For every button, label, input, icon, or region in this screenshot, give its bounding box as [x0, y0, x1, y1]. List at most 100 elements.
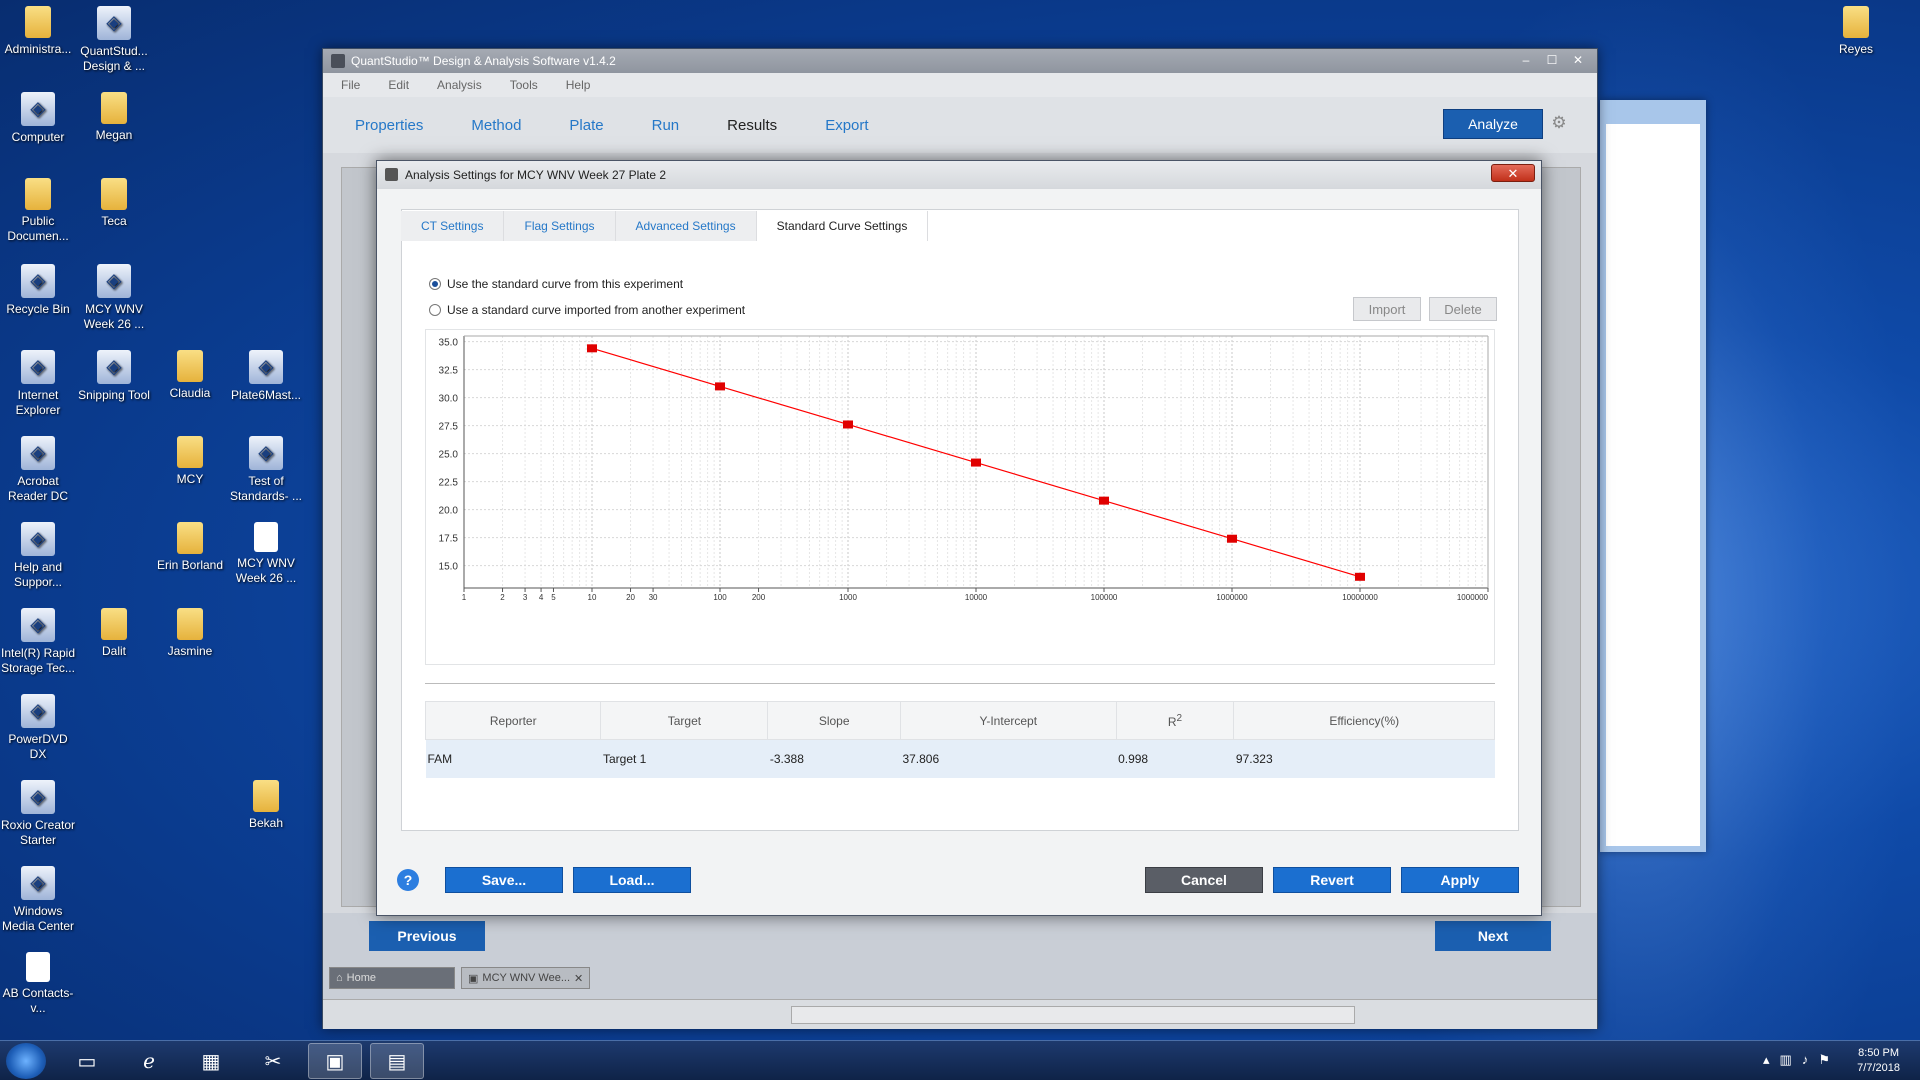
- explorer-window[interactable]: [1600, 100, 1706, 852]
- col-reporter[interactable]: Reporter: [424, 701, 602, 740]
- tab-document[interactable]: ▣ MCY WNV Wee... ✕: [461, 967, 591, 989]
- nav-plate[interactable]: Plate: [569, 117, 603, 134]
- standard-curve-table: Reporter Target Slope Y-Intercept R2 Eff…: [424, 701, 1495, 778]
- desktop-icon[interactable]: ◈ Test of Standards- ...: [228, 436, 304, 504]
- clock[interactable]: 8:50 PM 7/7/2018: [1857, 1046, 1900, 1076]
- desktop-icon[interactable]: ◈ Windows Media Center: [0, 866, 76, 934]
- desktop-icon[interactable]: ◈ Intel(R) Rapid Storage Tec...: [0, 608, 76, 676]
- desktop-icon[interactable]: ◈ Computer: [0, 92, 76, 145]
- nav-method[interactable]: Method: [471, 117, 521, 134]
- tab-home[interactable]: ⌂ Home: [329, 967, 455, 989]
- tray-arrow-icon[interactable]: ▴: [1763, 1052, 1770, 1068]
- calculator-icon[interactable]: ▦: [184, 1043, 238, 1079]
- col-target[interactable]: Target: [600, 701, 769, 740]
- internet-explorer-icon[interactable]: ℯ: [122, 1043, 176, 1079]
- delete-button[interactable]: Delete: [1429, 297, 1497, 321]
- tab-standard-curve-settings[interactable]: Standard Curve Settings: [756, 211, 929, 241]
- desktop-icon[interactable]: Administra...: [0, 6, 76, 57]
- revert-button[interactable]: Revert: [1273, 867, 1391, 893]
- close-icon[interactable]: ✕: [1567, 52, 1589, 68]
- desktop-icon[interactable]: ◈ Acrobat Reader DC: [0, 436, 76, 504]
- show-desktop-icon[interactable]: ▭: [60, 1043, 114, 1079]
- y-tick-label: 25.0: [439, 450, 459, 461]
- col-efficiency[interactable]: Efficiency(%): [1233, 701, 1495, 740]
- close-tab-icon[interactable]: ✕: [574, 972, 583, 985]
- quantstudio-taskbar-icon[interactable]: ▣: [308, 1043, 362, 1079]
- tab-flag-settings[interactable]: Flag Settings: [504, 211, 616, 241]
- col-r-squared[interactable]: R2: [1115, 701, 1235, 740]
- desktop-icon[interactable]: ◈ Help and Suppor...: [0, 522, 76, 590]
- nav-properties[interactable]: Properties: [355, 117, 423, 134]
- x-tick-label: 5: [551, 593, 556, 602]
- radio-row-this[interactable]: Use the standard curve from this experim…: [429, 277, 683, 291]
- desktop-icon-label: Roxio Creator Starter: [0, 818, 76, 847]
- desktop-icon[interactable]: Public Documen...: [0, 178, 76, 244]
- dialog-close-icon[interactable]: ✕: [1491, 164, 1535, 182]
- tab-advanced-settings[interactable]: Advanced Settings: [615, 211, 757, 241]
- cancel-button[interactable]: Cancel: [1145, 867, 1263, 893]
- help-icon[interactable]: ?: [397, 869, 419, 891]
- table-row[interactable]: FAM Target 1 -3.388 37.806 0.998 97.323: [425, 739, 1495, 778]
- x-tick-label: 200: [752, 593, 766, 602]
- menu-file[interactable]: File: [341, 78, 360, 92]
- desktop-icon[interactable]: Jasmine: [152, 608, 228, 659]
- menu-analysis[interactable]: Analysis: [437, 78, 482, 92]
- tray-network-icon[interactable]: ▥: [1780, 1052, 1792, 1068]
- desktop-icon-label: Erin Borland: [156, 558, 224, 572]
- col-slope[interactable]: Slope: [767, 701, 901, 740]
- cell-r-squared: 0.998: [1116, 739, 1234, 778]
- nav-run[interactable]: Run: [652, 117, 680, 134]
- save-button[interactable]: Save...: [445, 867, 563, 893]
- radio-imported-curve[interactable]: [429, 304, 441, 316]
- system-tray: ▴ ▥ ♪ ⚑: [1763, 1052, 1830, 1068]
- desktop-icon[interactable]: ◈ Snipping Tool: [76, 350, 152, 403]
- desktop-icon[interactable]: ◈ Recycle Bin: [0, 264, 76, 317]
- desktop-icon[interactable]: Erin Borland: [152, 522, 228, 573]
- explorer-taskbar-icon[interactable]: ▤: [370, 1043, 424, 1079]
- data-point: [1355, 572, 1365, 581]
- nav-export[interactable]: Export: [825, 117, 868, 134]
- desktop-icon[interactable]: Bekah: [228, 780, 304, 831]
- desktop-icon-label: Windows Media Center: [1, 904, 75, 933]
- desktop-icon[interactable]: ◈ MCY WNV Week 26 ...: [76, 264, 152, 332]
- import-button[interactable]: Import: [1353, 297, 1421, 321]
- folder-icon: [101, 178, 127, 210]
- desktop-icon[interactable]: Claudia: [152, 350, 228, 401]
- menu-tools[interactable]: Tools: [510, 78, 538, 92]
- next-button[interactable]: Next: [1435, 921, 1551, 951]
- desktop-icon[interactable]: ◈ Internet Explorer: [0, 350, 76, 418]
- menu-edit[interactable]: Edit: [388, 78, 409, 92]
- desktop-icon[interactable]: Reyes: [1818, 6, 1894, 57]
- tray-flag-icon[interactable]: ⚑: [1818, 1052, 1830, 1068]
- snipping-tool-icon[interactable]: ✂: [246, 1043, 300, 1079]
- desktop-icon[interactable]: ◈ PowerDVD DX: [0, 694, 76, 762]
- radio-row-import[interactable]: Use a standard curve imported from anoth…: [429, 303, 745, 317]
- gear-icon[interactable]: ⚙: [1549, 113, 1569, 133]
- desktop-icon[interactable]: MCY WNV Week 26 ...: [228, 522, 304, 586]
- apply-button[interactable]: Apply: [1401, 867, 1519, 893]
- x-tick-label: 10000: [965, 593, 988, 602]
- menu-help[interactable]: Help: [566, 78, 591, 92]
- desktop-icon[interactable]: ◈ Plate6Mast...: [228, 350, 304, 403]
- previous-button[interactable]: Previous: [369, 921, 485, 951]
- desktop-icon[interactable]: AB Contacts-v...: [0, 952, 76, 1016]
- analyze-button[interactable]: Analyze: [1443, 109, 1543, 139]
- desktop-icon[interactable]: MCY: [152, 436, 228, 487]
- application-icon: ◈: [21, 264, 55, 298]
- radio-this-experiment[interactable]: [429, 278, 441, 290]
- menu-bar: File Edit Analysis Tools Help: [323, 73, 1597, 97]
- tab-ct-settings[interactable]: CT Settings: [401, 211, 505, 241]
- tray-volume-icon[interactable]: ♪: [1802, 1052, 1809, 1068]
- col-y-intercept[interactable]: Y-Intercept: [899, 701, 1117, 740]
- maximize-icon[interactable]: ☐: [1541, 52, 1563, 68]
- desktop-icon[interactable]: ◈ QuantStud... Design & ...: [76, 6, 152, 74]
- desktop-icon[interactable]: Megan: [76, 92, 152, 143]
- nav-results[interactable]: Results: [727, 117, 777, 134]
- start-button[interactable]: [6, 1043, 46, 1079]
- desktop-icon[interactable]: Dalit: [76, 608, 152, 659]
- minimize-icon[interactable]: –: [1515, 52, 1537, 68]
- folder-icon: [177, 522, 203, 554]
- load-button[interactable]: Load...: [573, 867, 691, 893]
- desktop-icon[interactable]: ◈ Roxio Creator Starter: [0, 780, 76, 848]
- desktop-icon[interactable]: Teca: [76, 178, 152, 229]
